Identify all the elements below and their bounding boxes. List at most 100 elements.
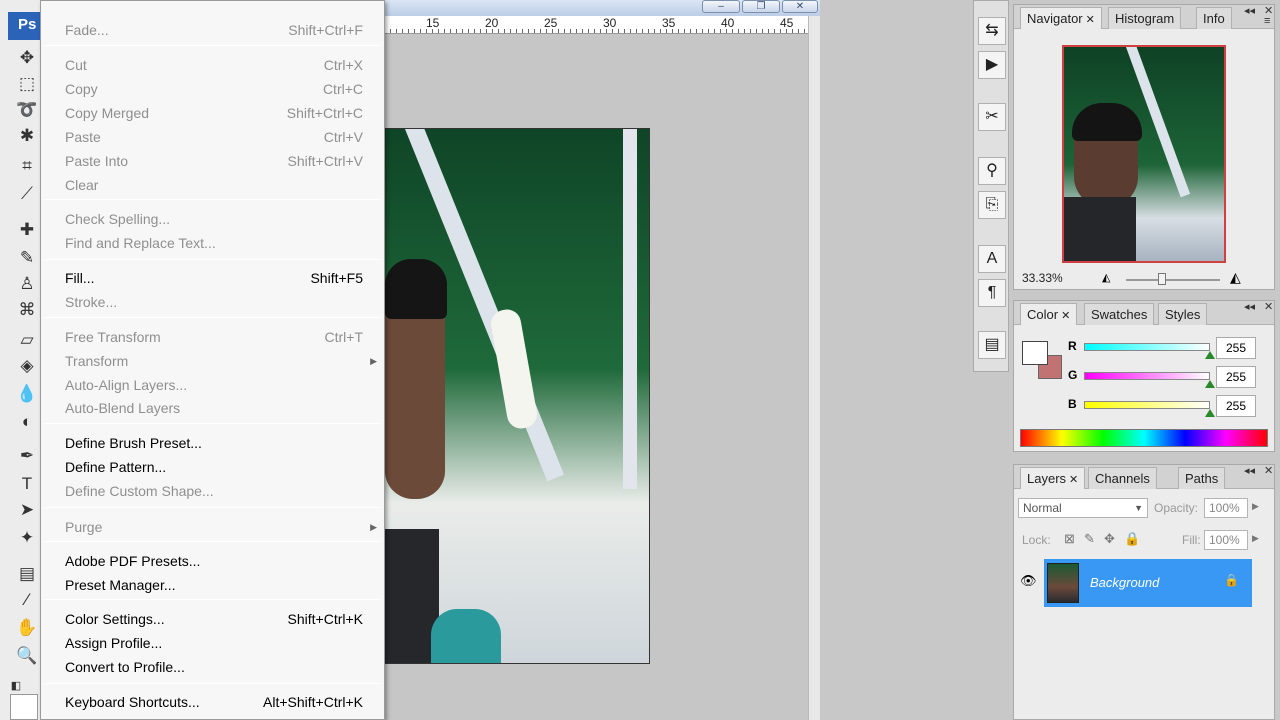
menu-item[interactable]: Paste Ctrl+V xyxy=(65,126,363,148)
foreground-color-swatch[interactable] xyxy=(1022,341,1048,365)
brush-tool-icon[interactable]: ✎ xyxy=(14,246,40,270)
notes-tool-icon[interactable]: ▤ xyxy=(14,562,40,586)
menu-item[interactable]: Copy Merged Shift+Ctrl+C xyxy=(65,102,363,124)
zoom-tool-icon[interactable]: 🔍 xyxy=(14,644,40,668)
visibility-eye-icon[interactable]: 👁 xyxy=(1020,573,1037,589)
menu-item[interactable]: Clear xyxy=(65,174,363,196)
blur-tool-icon[interactable]: 💧 xyxy=(14,382,40,406)
panel-menu-icon[interactable]: ≡ xyxy=(1264,15,1270,27)
layer-comps-icon[interactable]: ▤ xyxy=(978,331,1006,359)
menu-item[interactable]: Auto-Align Layers... xyxy=(65,374,363,396)
character-panel-icon[interactable]: A xyxy=(978,245,1006,273)
menu-item[interactable]: Convert to Profile... xyxy=(65,656,363,678)
menu-item[interactable]: Check Spelling... xyxy=(65,208,363,230)
magic-wand-icon[interactable]: ✱ xyxy=(14,124,40,148)
menu-item[interactable]: Find and Replace Text... xyxy=(65,232,363,254)
zoom-slider-thumb[interactable] xyxy=(1157,273,1166,285)
tab-histogram[interactable]: Histogram xyxy=(1108,7,1182,29)
lock-transparency-icon[interactable]: ⊠ xyxy=(1064,531,1075,547)
red-slider-thumb[interactable] xyxy=(1205,351,1215,359)
photo-canvas[interactable] xyxy=(384,128,650,664)
dodge-tool-icon[interactable]: ◐ xyxy=(14,410,40,434)
green-slider-thumb[interactable] xyxy=(1205,380,1215,388)
actions-panel-icon[interactable]: ▶ xyxy=(978,51,1006,79)
tab-swatches[interactable]: Swatches xyxy=(1084,303,1155,325)
color-spectrum-bar[interactable] xyxy=(1020,429,1268,447)
menu-item[interactable]: Stroke... xyxy=(65,291,363,313)
zoom-field[interactable]: 33.33% xyxy=(1018,269,1094,289)
tab-styles[interactable]: Styles xyxy=(1158,303,1208,325)
menu-item[interactable]: Paste Into Shift+Ctrl+V xyxy=(65,150,363,172)
menu-item[interactable]: Auto-Blend Layers xyxy=(65,397,363,419)
history-panel-icon[interactable]: ⇆ xyxy=(978,17,1006,45)
opacity-field[interactable]: 100% xyxy=(1204,498,1248,518)
tab-layers[interactable]: Layers ✕ xyxy=(1020,467,1086,489)
menu-item[interactable]: Define Brush Preset... xyxy=(65,432,363,454)
menu-item[interactable]: Assign Profile... xyxy=(65,632,363,654)
clone-stamp-icon[interactable]: ♙ xyxy=(14,272,40,296)
blend-mode-select[interactable]: Normal ▼ xyxy=(1018,498,1148,518)
tab-color[interactable]: Color ✕ xyxy=(1020,303,1078,325)
menu-item[interactable]: Transform ▶ xyxy=(65,350,377,372)
navigator-thumbnail[interactable] xyxy=(1062,45,1226,263)
paint-bucket-icon[interactable]: ◈ xyxy=(14,354,40,378)
menu-item[interactable]: Cut Ctrl+X xyxy=(65,54,363,76)
history-brush-icon[interactable]: ⌘ xyxy=(14,298,40,322)
move-tool-icon[interactable]: ✥ xyxy=(14,46,40,70)
healing-brush-icon[interactable]: ✚ xyxy=(14,218,40,242)
green-slider[interactable] xyxy=(1084,372,1210,380)
close-button[interactable]: ✕ xyxy=(782,0,818,13)
hand-tool-icon[interactable]: ✋ xyxy=(14,616,40,640)
close-icon[interactable]: ✕ xyxy=(1086,14,1095,26)
eraser-tool-icon[interactable]: ▱ xyxy=(14,328,40,352)
menu-item[interactable]: Keyboard Shortcuts... Alt+Shift+Ctrl+K xyxy=(65,691,363,713)
close-icon[interactable]: ✕ xyxy=(1069,474,1078,486)
green-value-field[interactable]: 255 xyxy=(1216,366,1256,388)
path-selection-icon[interactable]: ➤ xyxy=(14,498,40,522)
panel-close-icon[interactable]: ✕ xyxy=(1264,300,1273,313)
tab-paths[interactable]: Paths xyxy=(1178,467,1226,489)
blue-slider[interactable] xyxy=(1084,401,1210,409)
blue-value-field[interactable]: 255 xyxy=(1216,395,1256,417)
lock-pixels-icon[interactable]: ✎ xyxy=(1084,531,1095,547)
panel-collapse-icon[interactable]: ◂◂ xyxy=(1244,464,1255,477)
clone-source-icon[interactable]: ⎘ xyxy=(978,191,1006,219)
menu-item[interactable]: Purge ▶ xyxy=(65,516,377,538)
menu-item[interactable]: Fade... Shift+Ctrl+F xyxy=(65,19,363,41)
menu-item[interactable]: Copy Ctrl+C xyxy=(65,78,363,100)
menu-item[interactable]: Fill... Shift+F5 xyxy=(65,267,363,289)
blue-slider-thumb[interactable] xyxy=(1205,409,1215,417)
type-tool-icon[interactable]: T xyxy=(14,472,40,496)
brushes-panel-icon[interactable]: ⚲ xyxy=(978,157,1006,185)
menu-item[interactable]: Define Pattern... xyxy=(65,456,363,478)
lasso-tool-icon[interactable]: ➰ xyxy=(14,98,40,122)
layer-row-background[interactable]: Background 🔒 xyxy=(1044,559,1252,607)
fill-arrow-icon[interactable]: ▶ xyxy=(1252,533,1259,544)
panel-collapse-icon[interactable]: ◂◂ xyxy=(1244,4,1255,17)
marquee-tool-icon[interactable]: ⬚ xyxy=(14,72,40,96)
vertical-scrollbar[interactable] xyxy=(808,16,820,720)
opacity-arrow-icon[interactable]: ▶ xyxy=(1252,501,1259,512)
menu-item[interactable]: Define Custom Shape... xyxy=(65,480,363,502)
menu-item[interactable]: Adobe PDF Presets... xyxy=(65,550,363,572)
menu-item[interactable]: Preset Manager... xyxy=(65,574,363,596)
red-value-field[interactable]: 255 xyxy=(1216,337,1256,359)
lock-all-icon[interactable]: 🔒 xyxy=(1124,531,1140,547)
slice-tool-icon[interactable]: ⟋ xyxy=(14,182,40,206)
panel-close-icon[interactable]: ✕ xyxy=(1264,464,1273,477)
tool-presets-icon[interactable]: ✂ xyxy=(978,103,1006,131)
zoom-out-icon[interactable]: ◭ xyxy=(1102,271,1110,284)
foreground-color-swatch[interactable] xyxy=(10,694,38,720)
custom-shape-icon[interactable]: ✦ xyxy=(14,526,40,550)
document-titlebar[interactable]: – ❐ ✕ xyxy=(384,0,820,16)
zoom-in-icon[interactable]: ◭ xyxy=(1230,269,1241,286)
menu-item[interactable]: Free Transform Ctrl+T xyxy=(65,326,363,348)
eyedropper-icon[interactable]: ⁄ xyxy=(14,588,40,612)
lock-position-icon[interactable]: ✥ xyxy=(1104,531,1115,547)
tab-info[interactable]: Info xyxy=(1196,7,1232,29)
close-icon[interactable]: ✕ xyxy=(1061,310,1070,322)
tab-navigator[interactable]: Navigator ✕ xyxy=(1020,7,1102,29)
pen-tool-icon[interactable]: ✒ xyxy=(14,444,40,468)
red-slider[interactable] xyxy=(1084,343,1210,351)
minimize-button[interactable]: – xyxy=(702,0,740,13)
